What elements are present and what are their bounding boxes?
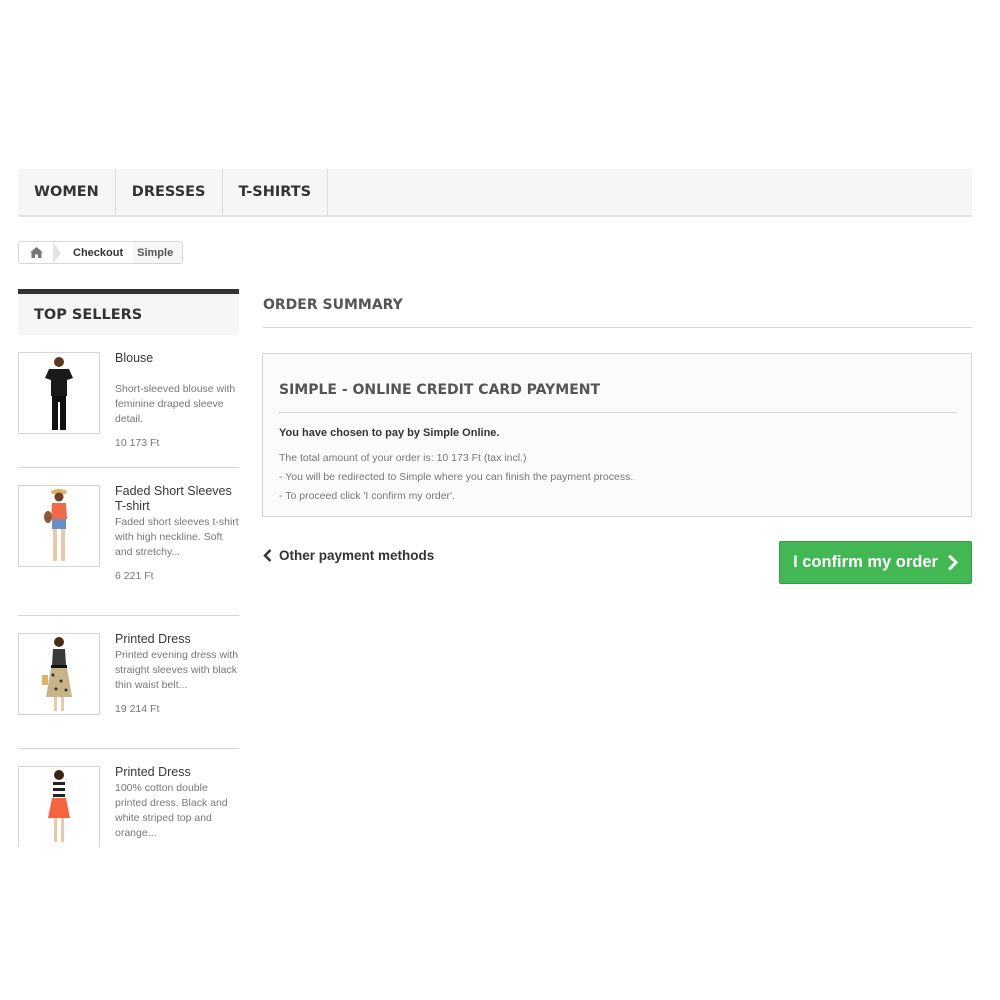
printed-dress-model-image — [42, 637, 72, 711]
proceed-info-text: - To proceed click 'I confirm my order'. — [279, 490, 455, 502]
home-icon — [29, 247, 43, 258]
divider — [263, 327, 972, 328]
breadcrumb-separator — [53, 242, 61, 263]
product-image[interactable] — [18, 352, 100, 434]
breadcrumb: Checkout Simple — [18, 241, 184, 264]
other-payment-methods-label: Other payment methods — [279, 548, 435, 563]
product-item: Printed Dress 100% cotton double printed… — [18, 749, 239, 847]
breadcrumb-current: Simple — [133, 242, 183, 263]
product-price: 19 214 Ft — [115, 703, 160, 715]
product-name[interactable]: Printed Dress — [115, 765, 239, 780]
nav-item-t-shirts[interactable]: T-SHIRTS — [223, 169, 329, 215]
product-image[interactable] — [18, 633, 100, 715]
top-navigation: WOMEN DRESSES T-SHIRTS — [18, 169, 972, 217]
product-name[interactable]: Blouse — [115, 351, 239, 366]
breadcrumb-checkout[interactable]: Checkout — [67, 247, 133, 259]
product-item: Blouse Short-sleeved blouse with feminin… — [18, 335, 239, 468]
payment-method-title: SIMPLE - ONLINE CREDIT CARD PAYMENT — [279, 382, 601, 398]
product-image[interactable] — [18, 485, 100, 567]
other-payment-methods-link[interactable]: Other payment methods — [263, 548, 434, 563]
confirm-order-button[interactable]: I confirm my order — [779, 541, 972, 584]
product-price: 10 173 Ft — [115, 437, 160, 449]
product-description: Short-sleeved blouse with feminine drape… — [115, 383, 236, 425]
product-price: 6 221 Ft — [115, 570, 154, 582]
product-description: Printed evening dress with straight slee… — [115, 649, 239, 691]
top-sellers-title: TOP SELLERS — [18, 289, 239, 335]
top-sellers-sidebar: TOP SELLERS Blouse Short-sleeved blouse … — [18, 289, 239, 847]
chevron-right-icon — [947, 554, 958, 571]
nav-item-dresses[interactable]: DRESSES — [116, 169, 223, 215]
product-name[interactable]: Faded Short Sleeves T-shirt — [115, 484, 239, 514]
divider — [278, 412, 957, 413]
breadcrumb-home[interactable] — [19, 242, 53, 263]
tshirt-model-image — [44, 489, 67, 561]
chevron-left-icon — [263, 549, 272, 562]
product-item: Faded Short Sleeves T-shirt Faded short … — [18, 468, 239, 616]
order-total-text: The total amount of your order is: 10 17… — [279, 452, 527, 464]
redirect-info-text: - You will be redirected to Simple where… — [279, 471, 634, 483]
product-image[interactable] — [18, 766, 100, 847]
product-description: 100% cotton double printed dress. Black … — [115, 782, 228, 839]
confirm-order-label: I confirm my order — [793, 553, 938, 571]
product-name[interactable]: Printed Dress — [115, 632, 239, 647]
product-item: Printed Dress Printed evening dress with… — [18, 616, 239, 749]
printed-dress-model-image — [48, 770, 70, 842]
payment-info-box: SIMPLE - ONLINE CREDIT CARD PAYMENT You … — [262, 353, 972, 517]
product-description: Faded short sleeves t-shirt with high ne… — [115, 516, 239, 558]
blouse-model-image — [45, 357, 73, 430]
payment-chosen-text: You have chosen to pay by Simple Online. — [279, 427, 500, 439]
nav-item-women[interactable]: WOMEN — [18, 169, 116, 215]
page-title: ORDER SUMMARY — [263, 297, 403, 313]
